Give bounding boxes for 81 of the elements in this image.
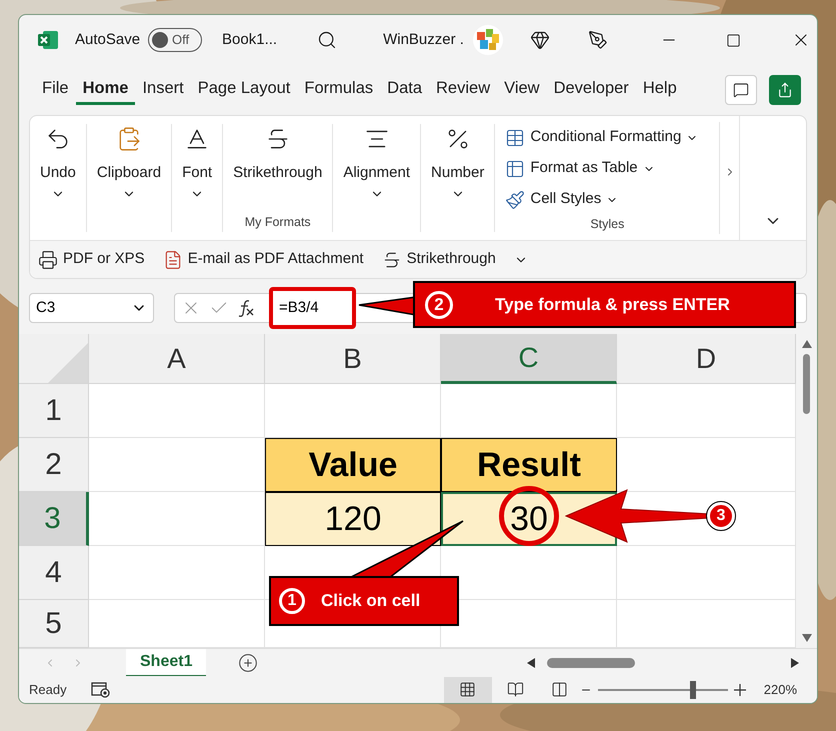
ribbon-button[interactable]: Clipboard bbox=[96, 124, 162, 200]
row-header[interactable]: 4 bbox=[19, 546, 89, 600]
ribbon-button[interactable]: Number bbox=[431, 124, 484, 200]
search-icon[interactable] bbox=[317, 30, 338, 50]
row-header[interactable]: 3 bbox=[19, 492, 89, 546]
scroll-down-icon[interactable] bbox=[802, 634, 812, 642]
ribbon-button[interactable]: Undo bbox=[40, 124, 76, 200]
comment-icon bbox=[733, 82, 749, 98]
columns-icon bbox=[551, 681, 568, 698]
row-header[interactable]: 1 bbox=[19, 384, 89, 438]
menu-tab[interactable]: Data bbox=[380, 75, 430, 105]
formula-input[interactable]: =B3/4 bbox=[269, 287, 356, 329]
table-cell[interactable] bbox=[89, 546, 265, 600]
excel-logo-icon bbox=[37, 29, 59, 51]
autosave-label: AutoSave bbox=[75, 30, 140, 50]
table-cell[interactable]: Value bbox=[265, 438, 441, 492]
pen-icon[interactable] bbox=[588, 30, 608, 50]
menu-tab[interactable]: Home bbox=[76, 75, 136, 105]
diamond-icon[interactable] bbox=[530, 30, 550, 50]
zoom-level[interactable]: 220% bbox=[764, 680, 797, 700]
document-title: Book1... bbox=[222, 30, 278, 50]
menu-tab[interactable]: Formulas bbox=[297, 75, 380, 105]
quick-access-button[interactable]: E-mail as PDF Attachment bbox=[162, 248, 364, 271]
paintbrush-icon bbox=[505, 190, 526, 210]
autosave-toggle[interactable]: Off bbox=[148, 28, 202, 52]
ribbon-button[interactable]: Font bbox=[182, 124, 212, 200]
printer-icon bbox=[38, 250, 58, 270]
callout-text: Type formula & press ENTER bbox=[495, 294, 730, 316]
normal-view-button[interactable] bbox=[444, 676, 492, 702]
menu-tab[interactable]: Help bbox=[636, 75, 684, 105]
book-icon bbox=[507, 681, 524, 698]
share-icon bbox=[777, 82, 793, 98]
comments-button[interactable] bbox=[725, 75, 757, 105]
table-cell[interactable]: 120 bbox=[265, 492, 441, 546]
step-badge: 1 bbox=[279, 588, 305, 614]
share-button[interactable] bbox=[769, 75, 801, 105]
scroll-up-icon[interactable] bbox=[802, 340, 812, 348]
scroll-thumb[interactable] bbox=[803, 354, 810, 414]
scroll-thumb[interactable] bbox=[547, 658, 635, 668]
ribbon-button[interactable]: Alignment bbox=[343, 124, 410, 200]
quick-access-button[interactable]: Strikethrough bbox=[382, 248, 496, 271]
table-cell[interactable]: Result bbox=[441, 438, 617, 492]
account-name: WinBuzzer . bbox=[383, 30, 464, 50]
table-cell[interactable] bbox=[89, 384, 265, 438]
ribbon-button[interactable]: Strikethrough bbox=[233, 124, 322, 184]
status-text: Ready bbox=[29, 680, 67, 699]
add-sheet-icon[interactable] bbox=[238, 652, 258, 672]
name-box[interactable]: C3 bbox=[29, 293, 154, 323]
group-label: My Formats bbox=[244, 214, 311, 232]
vertical-scrollbar[interactable] bbox=[796, 334, 817, 648]
function-icon[interactable] bbox=[237, 298, 255, 318]
styles-button[interactable]: Cell Styles bbox=[505, 184, 710, 216]
scroll-left-icon[interactable] bbox=[527, 658, 535, 668]
styles-button[interactable]: Format as Table bbox=[505, 153, 710, 184]
grid-icon bbox=[459, 681, 476, 698]
column-header[interactable]: C bbox=[441, 334, 617, 384]
menu-tab[interactable]: Review bbox=[429, 75, 498, 105]
menu-tab[interactable]: Page Layout bbox=[190, 75, 298, 105]
menu-tab[interactable]: Insert bbox=[135, 75, 191, 105]
zoom-slider[interactable] bbox=[598, 680, 728, 698]
column-header[interactable]: D bbox=[617, 334, 796, 384]
quick-access-button[interactable]: PDF or XPS bbox=[38, 248, 145, 271]
group-label: Styles bbox=[590, 216, 624, 234]
row-header[interactable]: 5 bbox=[19, 600, 89, 648]
accessibility-icon[interactable] bbox=[90, 680, 111, 698]
zoom-in-icon[interactable] bbox=[734, 684, 746, 696]
styles-button[interactable]: Conditional Formatting bbox=[505, 122, 710, 154]
menu-tab[interactable]: View bbox=[497, 75, 547, 105]
sheet-tab[interactable]: Sheet1 bbox=[126, 648, 206, 676]
menu-tab[interactable]: File bbox=[35, 75, 76, 105]
column-header[interactable]: A bbox=[89, 334, 265, 384]
column-header[interactable]: B bbox=[265, 334, 441, 384]
avatar-icon[interactable] bbox=[472, 24, 504, 56]
scroll-right-icon[interactable] bbox=[791, 658, 799, 668]
table-icon bbox=[505, 158, 526, 179]
callout-text: Click on cell bbox=[321, 590, 420, 612]
table-icon bbox=[505, 128, 526, 148]
menu-tab[interactable]: Developer bbox=[546, 75, 636, 105]
maximize-icon[interactable] bbox=[726, 32, 741, 48]
row-header[interactable]: 2 bbox=[19, 438, 89, 492]
step-badge: 2 bbox=[425, 290, 453, 318]
